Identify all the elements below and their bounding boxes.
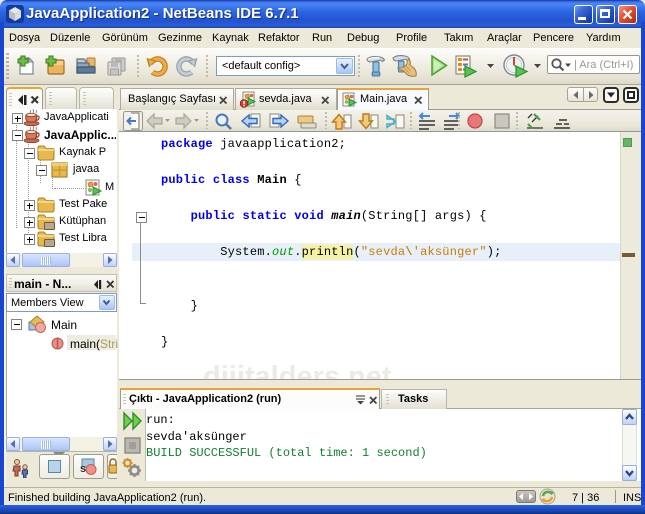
svg-text:s: s xyxy=(80,463,86,475)
